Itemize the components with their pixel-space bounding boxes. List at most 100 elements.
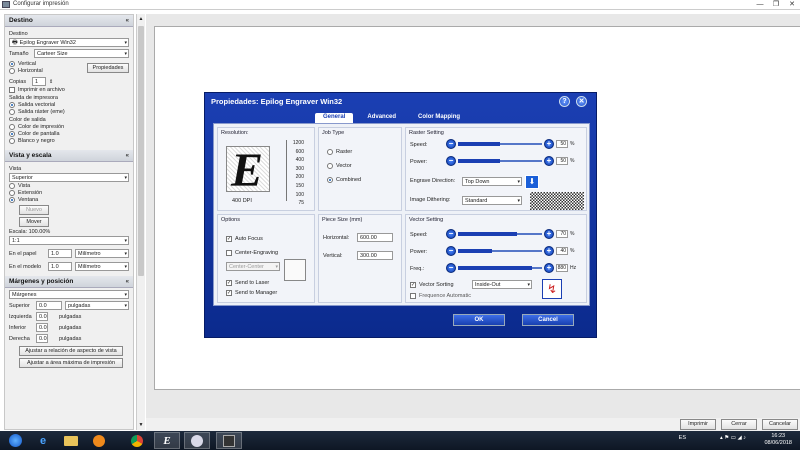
tray-icons[interactable]: ▴ ⚑ ▭ ◢ ♪ <box>720 435 746 442</box>
color-bw-radio[interactable]: Blanco y negro <box>9 138 129 144</box>
center-select[interactable]: Center-Center ▾ <box>226 262 280 271</box>
collapse-icon[interactable]: « <box>126 18 129 24</box>
freq-slider[interactable]: − + 880 Hz <box>446 263 576 273</box>
izq-input[interactable]: 0.0 <box>36 312 48 321</box>
sorting-select[interactable]: Inside-Out ▾ <box>472 280 532 289</box>
orientation-horizontal[interactable]: Horizontal <box>9 68 43 74</box>
vector-power-input[interactable]: 40 <box>556 247 568 255</box>
job-raster-radio[interactable]: Raster <box>327 149 352 155</box>
color-print-radio[interactable]: Color de impresión <box>9 124 129 130</box>
ok-button[interactable]: OK <box>453 314 505 326</box>
start-icon[interactable] <box>2 432 28 449</box>
size-select[interactable]: Carteer Size ▾ <box>34 49 129 58</box>
sup-input[interactable]: 0.0 <box>36 301 62 310</box>
model-unit-select[interactable]: Milímetro ▾ <box>75 262 129 271</box>
sup-unit-select[interactable]: pulgadas ▾ <box>65 301 129 310</box>
paper-unit-select[interactable]: Milímetro ▾ <box>75 249 129 258</box>
vector-power-slider[interactable]: − + 40% <box>446 246 574 256</box>
adjust-aspect-button[interactable]: Ajustar a relación de aspecto de vista <box>19 346 123 356</box>
language-indicator[interactable]: ES <box>679 435 686 442</box>
cad-app-icon[interactable] <box>216 432 242 449</box>
properties-button[interactable]: Propiedades <box>87 62 129 73</box>
spinner-icon[interactable]: ⇕ <box>49 79 53 85</box>
inf-input[interactable]: 0.0 <box>36 323 48 332</box>
job-vector-radio[interactable]: Vector <box>327 163 352 169</box>
view-ventana-radio[interactable]: Ventana <box>9 197 129 203</box>
epilog-app-icon[interactable]: E <box>154 432 180 449</box>
vector-speed-input[interactable]: 70 <box>556 230 568 238</box>
send-laser-checkbox[interactable]: ✓ Send to Laser <box>226 280 269 286</box>
job-combined-radio[interactable]: Combined <box>327 177 361 183</box>
minus-icon: − <box>446 139 456 149</box>
clock-time[interactable]: 16:23 <box>764 433 792 440</box>
der-label: Derecha <box>9 335 30 342</box>
center-engraving-checkbox[interactable]: Center-Engraving <box>226 250 278 256</box>
output-vector-radio[interactable]: Salida vectorial <box>9 102 129 108</box>
view-extension-radio[interactable]: Extensión <box>9 190 129 196</box>
vector-sort-icon[interactable]: ↯ <box>542 279 562 299</box>
raster-speed-input[interactable]: 50 <box>556 140 568 148</box>
plus-icon: + <box>544 263 554 273</box>
scrollbar-thumb[interactable] <box>138 26 144 276</box>
copies-input[interactable]: 1 <box>32 77 46 86</box>
close-icon[interactable]: ✕ <box>576 96 587 107</box>
freq-auto-checkbox[interactable]: Frequence Automatic <box>410 293 471 299</box>
send-manager-checkbox[interactable]: ✓ Send to Manager <box>226 290 277 296</box>
folder-icon[interactable] <box>58 432 84 449</box>
vector-speed-slider[interactable]: − + 70% <box>446 229 574 239</box>
destino-header[interactable]: Destino « <box>5 15 133 27</box>
model-input[interactable]: 1.0 <box>48 262 72 271</box>
print-button[interactable]: Imprimir <box>680 419 716 430</box>
paint-app-icon[interactable] <box>184 432 210 449</box>
dialog-cancel-button[interactable]: Cancel <box>522 314 574 326</box>
help-icon[interactable]: ? <box>559 96 570 107</box>
internet-explorer-icon[interactable]: e <box>30 432 56 449</box>
nuevo-button[interactable]: Nuevo <box>19 205 49 215</box>
view-select[interactable]: Superior ▾ <box>9 173 129 182</box>
maximize-button[interactable]: ❐ <box>770 0 782 9</box>
direction-select[interactable]: Top Down ▾ <box>462 177 522 186</box>
job-type-label: Job Type <box>322 130 345 136</box>
center-grid-icon[interactable] <box>284 259 306 281</box>
color-screen-radio[interactable]: Color de pantalla <box>9 131 129 137</box>
vector-sorting-checkbox[interactable]: ✓ Vector Sorting <box>410 282 454 288</box>
scroll-up-icon: ▲ <box>138 16 144 22</box>
resolution-current: 400 DPI <box>232 198 252 204</box>
raster-power-slider[interactable]: − + 50% <box>446 156 574 166</box>
media-player-icon[interactable] <box>86 432 112 449</box>
minus-icon: − <box>446 229 456 239</box>
vista-header[interactable]: Vista y escala « <box>5 150 133 162</box>
close-dialog-button[interactable]: Cerrar <box>721 419 757 430</box>
margins-select[interactable]: Márgenes ▾ <box>9 290 129 299</box>
orientation-vertical[interactable]: Vertical <box>9 61 43 67</box>
arrow-down-icon[interactable]: ⬇ <box>525 175 539 189</box>
paper-input[interactable]: 1.0 <box>48 249 72 258</box>
adjust-area-button[interactable]: Ajustar a área máxima de impresión <box>19 358 123 368</box>
minimize-button[interactable]: — <box>754 0 766 9</box>
output-raster-radio[interactable]: Salida ráster (eme) <box>9 109 129 115</box>
der-input[interactable]: 0.0 <box>36 334 48 343</box>
clock-date[interactable]: 08/06/2018 <box>764 440 792 447</box>
freq-input[interactable]: 880 <box>556 264 568 272</box>
collapse-icon[interactable]: « <box>126 279 129 285</box>
mover-button[interactable]: Mover <box>19 217 49 227</box>
tab-advanced[interactable]: Advanced <box>359 113 404 123</box>
printer-select[interactable]: 🖶 Epilog Engraver Win32 ▾ <box>9 38 129 47</box>
dither-select[interactable]: Standard ▾ <box>462 196 522 205</box>
auto-focus-checkbox[interactable]: ✓ Auto Focus <box>226 236 263 242</box>
raster-speed-slider[interactable]: − + 50% <box>446 139 574 149</box>
raster-power-input[interactable]: 50 <box>556 157 568 165</box>
panel-scrollbar[interactable]: ▲ ▼ <box>136 14 145 430</box>
collapse-icon[interactable]: « <box>126 153 129 159</box>
horizontal-input[interactable]: 600.00 <box>357 233 393 242</box>
margenes-header[interactable]: Márgenes y posición « <box>5 276 133 288</box>
tab-general[interactable]: General <box>315 113 354 123</box>
cancel-button[interactable]: Cancelar <box>762 419 798 430</box>
tab-color-mapping[interactable]: Color Mapping <box>410 113 468 123</box>
close-button[interactable]: ✕ <box>786 0 798 9</box>
chrome-icon[interactable] <box>124 432 150 449</box>
scale-select[interactable]: 1:1 ▾ <box>9 236 129 245</box>
view-vista-radio[interactable]: Vista <box>9 183 129 189</box>
print-to-file-checkbox[interactable]: Imprimir en archivo <box>9 87 129 93</box>
vertical-input[interactable]: 300.00 <box>357 251 393 260</box>
